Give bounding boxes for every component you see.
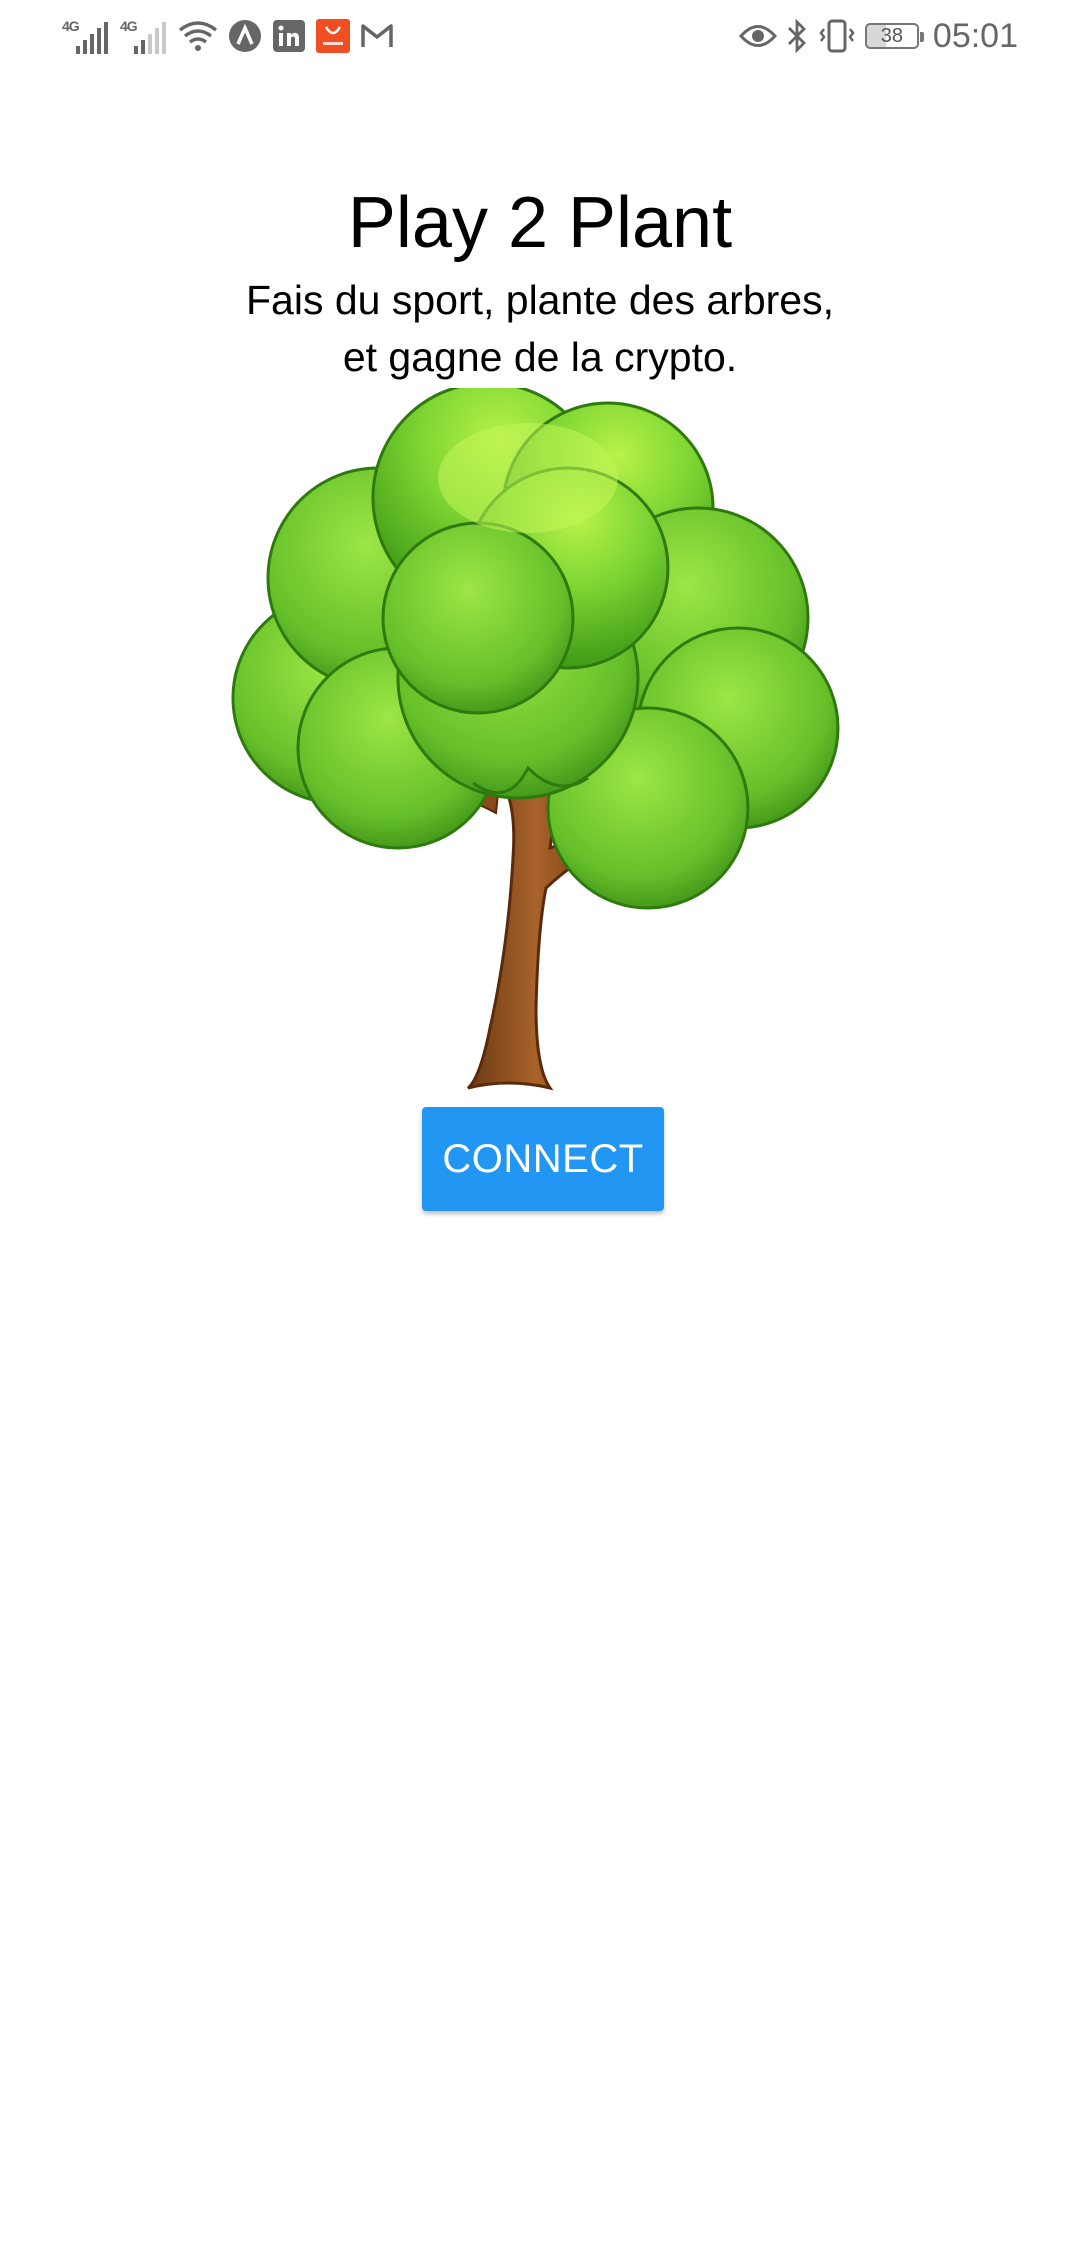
tree-illustration — [231, 388, 840, 1091]
bluetooth-icon — [785, 19, 809, 53]
vibrate-icon — [817, 19, 857, 53]
subtitle-line-1: Fais du sport, plante des arbres, — [246, 277, 834, 323]
status-bar: 4G 4G 38 05:01 — [0, 0, 1080, 72]
page-title: Play 2 Plant — [347, 183, 733, 263]
connect-button[interactable]: CONNECT — [422, 1107, 664, 1211]
status-left: 4G 4G — [62, 16, 394, 56]
signal-icon: 4G — [120, 18, 168, 54]
aliexpress-icon — [316, 19, 350, 53]
gmail-icon — [360, 19, 394, 53]
eye-icon — [738, 19, 777, 53]
wifi-icon — [178, 19, 218, 53]
battery-level: 38 — [880, 24, 904, 47]
linkedin-icon — [272, 19, 306, 53]
battery-icon: 38 — [864, 23, 924, 49]
app-a-icon — [228, 19, 262, 53]
page-subtitle: Fais du sport, plante des arbres, et gag… — [0, 272, 1080, 386]
signal-icon: 4G — [62, 18, 110, 54]
status-time: 05:01 — [932, 16, 1018, 55]
subtitle-line-2: et gagne de la crypto. — [342, 334, 738, 380]
status-right: 38 05:01 — [738, 14, 1018, 58]
